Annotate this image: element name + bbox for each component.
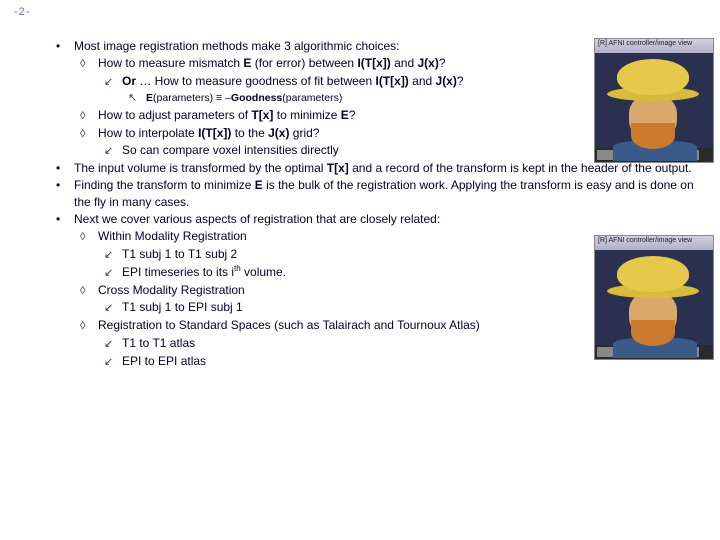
bullet-line: So can compare voxel intensities directl… bbox=[104, 142, 580, 159]
bullet-line: How to measure mismatch E (for error) be… bbox=[80, 55, 580, 72]
bullet-marker-diamond bbox=[80, 317, 98, 334]
bullet-text: T1 to T1 atlas bbox=[122, 335, 580, 351]
bullet-line: Within Modality Registration bbox=[80, 228, 580, 245]
bullet-line: T1 to T1 atlas bbox=[104, 335, 580, 352]
bullet-text: Most image registration methods make 3 a… bbox=[74, 38, 580, 54]
painting-icon bbox=[595, 250, 713, 345]
bullet-marker-dot bbox=[56, 211, 74, 227]
bullet-marker-arrow bbox=[104, 246, 122, 263]
bullet-text: How to measure mismatch E (for error) be… bbox=[98, 55, 580, 71]
bullet-marker-arrow bbox=[104, 264, 122, 281]
bullet-text: Finding the transform to minimize E is t… bbox=[74, 177, 700, 209]
bullet-line: EPI timeseries to its ith volume. bbox=[104, 264, 580, 281]
bullet-line: Cross Modality Registration bbox=[80, 282, 580, 299]
figure-top: [R] AFNI controller/image view bbox=[594, 38, 714, 163]
bullet-marker-dot bbox=[56, 38, 74, 54]
bullet-text: T1 subj 1 to T1 subj 2 bbox=[122, 246, 580, 262]
figure-titlebar: [R] AFNI controller/image view bbox=[595, 39, 713, 53]
bullet-line: Finding the transform to minimize E is t… bbox=[56, 177, 700, 209]
bullet-marker-arrow bbox=[104, 73, 122, 90]
figure-bottom: [R] AFNI controller/image view bbox=[594, 235, 714, 360]
bullet-marker-arrow bbox=[104, 335, 122, 352]
bullet-marker-arrow bbox=[104, 353, 122, 370]
bullet-text: EPI timeseries to its ith volume. bbox=[122, 264, 580, 280]
bullet-text: Registration to Standard Spaces (such as… bbox=[98, 317, 580, 333]
bullet-line: T1 subj 1 to EPI subj 1 bbox=[104, 299, 580, 316]
bullet-marker-diamond bbox=[80, 107, 98, 124]
bullet-marker-arrow bbox=[104, 299, 122, 316]
bullet-line: T1 subj 1 to T1 subj 2 bbox=[104, 246, 580, 263]
bullet-line: Or … How to measure goodness of fit betw… bbox=[104, 73, 580, 90]
bullet-text: How to interpolate I(T[x]) to the J(x) g… bbox=[98, 125, 580, 141]
bullet-line: E(parameters) ≡ –Goodness(parameters) bbox=[128, 91, 580, 106]
bullet-text: How to adjust parameters of T[x] to mini… bbox=[98, 107, 580, 123]
bullet-text: E(parameters) ≡ –Goodness(parameters) bbox=[146, 91, 580, 105]
bullet-line: How to adjust parameters of T[x] to mini… bbox=[80, 107, 580, 124]
bullet-text: T1 subj 1 to EPI subj 1 bbox=[122, 299, 580, 315]
figure-titlebar: [R] AFNI controller/image view bbox=[595, 236, 713, 250]
slide-body: Most image registration methods make 3 a… bbox=[56, 38, 580, 371]
bullet-text: EPI to EPI atlas bbox=[122, 353, 580, 369]
bullet-marker-diamond bbox=[80, 282, 98, 299]
bullet-marker-diamond bbox=[80, 125, 98, 142]
bullet-text: Next we cover various aspects of registr… bbox=[74, 211, 580, 227]
bullet-line: How to interpolate I(T[x]) to the J(x) g… bbox=[80, 125, 580, 142]
bullet-marker-uparrow bbox=[128, 91, 146, 106]
bullet-marker-diamond bbox=[80, 55, 98, 72]
bullet-line: Most image registration methods make 3 a… bbox=[56, 38, 580, 54]
bullet-text: Or … How to measure goodness of fit betw… bbox=[122, 73, 580, 89]
bullet-text: Cross Modality Registration bbox=[98, 282, 580, 298]
bullet-text: So can compare voxel intensities directl… bbox=[122, 142, 580, 158]
bullet-marker-dot bbox=[56, 177, 74, 193]
bullet-marker-arrow bbox=[104, 142, 122, 159]
painting-icon bbox=[595, 53, 713, 148]
bullet-marker-dot bbox=[56, 160, 74, 176]
bullet-text: Within Modality Registration bbox=[98, 228, 580, 244]
bullet-line: Next we cover various aspects of registr… bbox=[56, 211, 580, 227]
bullet-line: Registration to Standard Spaces (such as… bbox=[80, 317, 580, 334]
bullet-marker-diamond bbox=[80, 228, 98, 245]
page-number: -2- bbox=[14, 6, 30, 18]
bullet-line: EPI to EPI atlas bbox=[104, 353, 580, 370]
